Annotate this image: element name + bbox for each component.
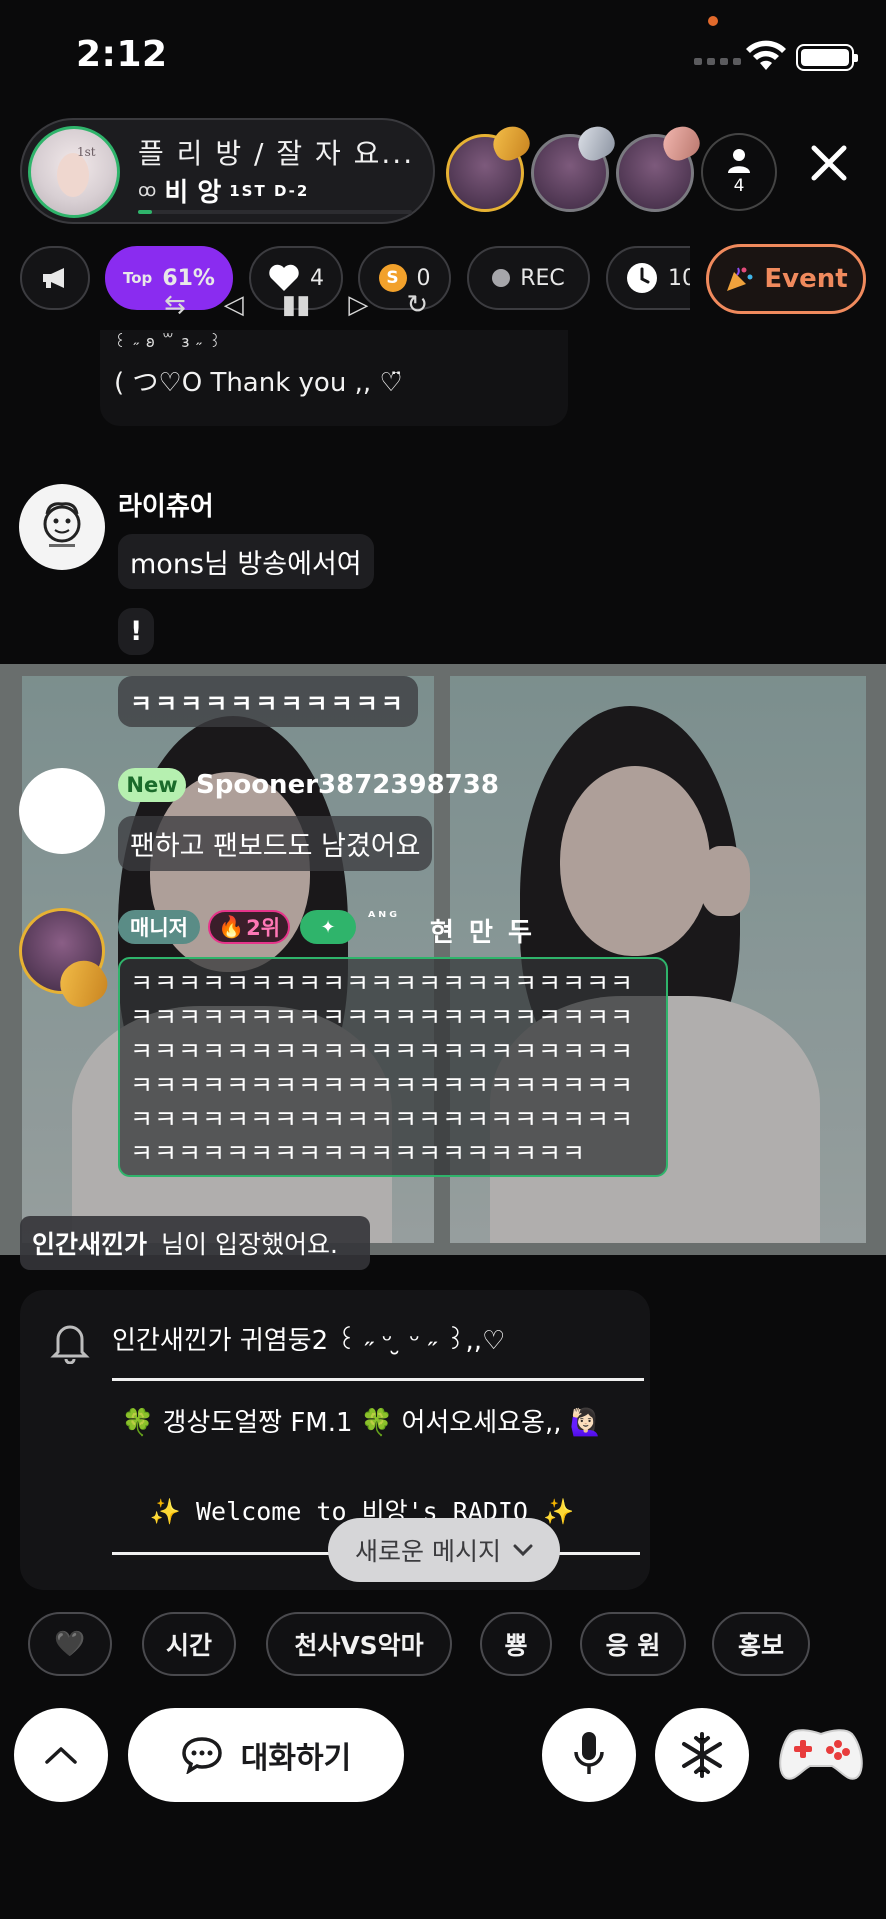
joined-text: 님이 입장했어요. [161,1230,338,1259]
chat-message: 팬하고 팬보드도 남겼어요 [118,816,433,871]
spoon-count: 0 [416,265,431,291]
bell-icon [50,1325,90,1364]
new-message-button[interactable]: 새로운 메시지 [328,1518,560,1582]
host-avatar[interactable]: 1st [28,126,120,218]
microphone-icon [574,1732,604,1774]
cartoon-face-icon [43,502,81,547]
rec-label: REC [520,265,565,291]
infinity-icon: ꝏ [138,180,157,201]
top-rank-value: 61% [162,265,215,291]
timer-value: 10 [668,265,690,291]
sparkle-badge: ✦ [300,910,356,944]
fire-icon: 🔥 [217,914,245,939]
next-icon[interactable]: ▷ [348,290,368,320]
clock-icon [627,263,657,293]
host-label: ꝏ 비 앙 1ST D-2 [138,172,309,209]
listener-count-button[interactable]: 4 [701,133,777,211]
record-dot-icon [492,269,511,287]
bronze-crown-icon [657,120,705,166]
user-avatar-raichuer[interactable] [19,484,105,570]
event-button[interactable]: Event [706,244,866,314]
room-title: 플 리 방 / 잘 자 요... [138,137,415,170]
freeze-button[interactable] [655,1708,749,1802]
host-avatar-text: 1st [77,145,96,159]
manager-role-badge: 매니저 [118,910,200,944]
manager-chat-message: ㅋㅋㅋㅋㅋㅋㅋㅋㅋㅋㅋㅋㅋㅋㅋㅋㅋㅋㅋㅋㅋㅋㅋㅋㅋㅋㅋㅋㅋㅋㅋㅋㅋㅋㅋㅋㅋㅋㅋㅋ… [118,957,668,1177]
person-icon [728,149,750,173]
top-fan-avatar-3[interactable] [616,120,705,212]
chevron-down-icon [513,1544,533,1557]
new-user-badge: New [118,768,186,802]
announcement-button[interactable] [20,246,90,310]
pause-icon[interactable]: ▮▮ [282,290,311,320]
user-avatar-spooner[interactable] [19,768,105,854]
top-rank-label: Top [123,269,153,287]
spoon-coin-icon: S [378,264,407,292]
quick-reply-cheer[interactable]: 응 원 [580,1612,686,1676]
room-info-pill[interactable]: 1st 플 리 방 / 잘 자 요... ꝏ 비 앙 1ST D-2 [20,118,435,224]
gold-crown-icon [487,120,535,166]
status-bar: 2:12 [0,0,886,110]
top-fan-avatar-2[interactable] [531,120,620,212]
fan-rank-badge: 🔥 2위 [208,910,290,944]
party-popper-icon [727,267,753,291]
joined-username: 인간새낀가 [32,1230,148,1259]
username-raichuer[interactable]: 라이츄어 [118,486,214,523]
username-manager[interactable]: 현 만 두 [430,912,535,949]
replay-icon[interactable]: ↻ [406,290,428,320]
room-progress-fill [138,210,152,214]
chat-message: mons님 방송에서여 [118,534,374,589]
game-controller-icon[interactable] [776,1722,866,1786]
username-prefix: ᴬᴺᴳ [368,908,400,926]
user-avatar-manager[interactable] [19,908,114,1014]
top-fan-avatar-1[interactable] [446,120,535,212]
rec-chip[interactable]: REC [467,246,590,310]
microphone-button[interactable] [542,1708,636,1802]
chat-message: ! [118,608,155,655]
chat-compose-button[interactable]: 대화하기 [128,1708,404,1802]
cellular-signal-icon [694,58,741,65]
close-icon[interactable] [808,142,850,184]
clock: 2:12 [76,34,168,75]
timer-chip[interactable]: 10 [606,246,690,310]
quick-reply-time[interactable]: 시간 [142,1612,236,1676]
recording-indicator-dot [708,16,718,26]
heart-icon [269,264,299,291]
fan-rank-value: 2위 [246,916,281,940]
event-label: Event [764,264,848,294]
host-badge: 1ST D-2 [229,181,310,200]
chat-compose-label: 대화하기 [240,1741,352,1776]
expand-button[interactable] [14,1708,108,1802]
wifi-icon [746,40,786,70]
username-spooner[interactable]: Spooner3872398738 [196,770,499,800]
silver-crown-icon [572,120,620,166]
likes-count: 4 [310,265,324,291]
room-progress-bar [138,210,412,214]
quick-reply-promo[interactable]: 홍보 [712,1612,810,1676]
snowflake-icon [682,1732,722,1778]
megaphone-icon [43,268,64,288]
previous-message-line-2: ( つ♡O Thank you ,, ♡̈ [114,368,403,398]
battery-icon [796,44,858,71]
previous-message-card: ꒰ ˶ 𐐪 ꒳ 𐑂 ˶ ꒱ ( つ♡O Thank you ,, ♡̈ [100,330,568,426]
quick-reply-heart[interactable]: 🖤 [28,1612,112,1676]
notice-line-2: 🍀 갱상도얼짱 FM.1 🍀 어서오세요옹,, 🙋🏻‍♀️ [121,1408,603,1438]
host-name: 비 앙 [164,178,222,208]
user-joined-notice: 인간새낀가 님이 입장했어요. [20,1216,370,1270]
chevron-up-icon [45,1747,77,1764]
listener-count: 4 [733,176,745,196]
quick-reply-ppyong[interactable]: 뿅 [480,1612,552,1676]
previous-icon[interactable]: ◁ [224,290,244,320]
notice-line-1: 인간새낀가 귀염둥2 ꒰ ˶ ᵕ ̮ ᵕ ˶ ꒱,,♡ [112,1326,506,1356]
previous-message-line-1: ꒰ ˶ 𐐪 ꒳ 𐑂 ˶ ꒱ [114,332,223,351]
quick-reply-angel-vs-devil[interactable]: 천사VS악마 [266,1612,452,1676]
new-message-label: 새로운 메시지 [355,1537,501,1566]
chat-bubble-icon [182,1737,222,1774]
music-player-controls: ⇆ ◁ ▮▮ ▷ ↻ [164,290,428,320]
chat-message: ㅋㅋㅋㅋㅋㅋㅋㅋㅋㅋㅋ [118,676,418,727]
notice-divider [112,1378,644,1381]
repeat-icon[interactable]: ⇆ [164,290,186,320]
